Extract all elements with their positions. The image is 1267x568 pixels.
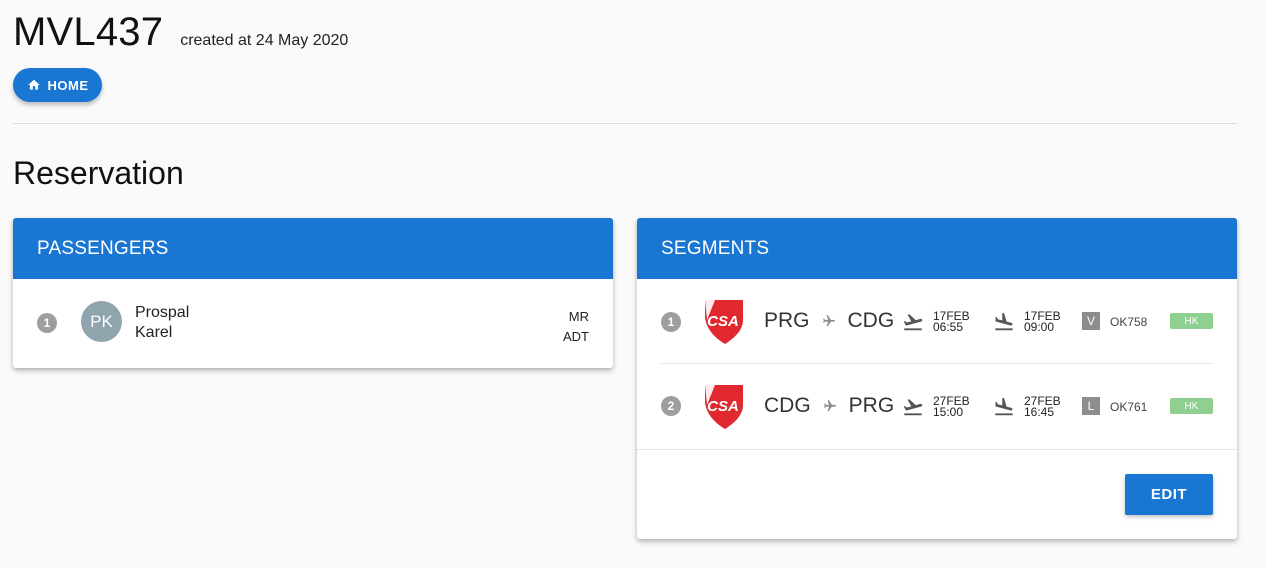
passenger-title: MR bbox=[568, 309, 589, 324]
route: PRG CDG bbox=[764, 309, 894, 333]
origin-airport: CDG bbox=[764, 394, 811, 417]
passenger-row[interactable]: 1 PK Prospal Karel MR ADT bbox=[13, 279, 613, 368]
passengers-card: PASSENGERS 1 PK Prospal Karel MR ADT bbox=[13, 218, 613, 368]
home-button-label: HOME bbox=[47, 77, 89, 93]
destination-airport: CDG bbox=[847, 309, 895, 332]
landing-icon bbox=[995, 312, 1013, 331]
segment-number-badge: 1 bbox=[661, 312, 681, 332]
departure-time: 27FEB 15:00 bbox=[902, 395, 970, 419]
flight-number: OK758 bbox=[1110, 315, 1148, 329]
arrival-time: 17FEB 09:00 bbox=[993, 310, 1061, 334]
passenger-meta: MR ADT bbox=[563, 307, 589, 347]
passenger-type: ADT bbox=[563, 329, 589, 344]
takeoff-icon bbox=[903, 314, 923, 331]
plane-icon bbox=[823, 400, 836, 412]
origin-airport: PRG bbox=[764, 309, 810, 332]
flight-number: OK761 bbox=[1110, 400, 1148, 414]
divider bbox=[13, 123, 1237, 124]
svg-text:CSA: CSA bbox=[707, 398, 739, 415]
departure-time: 17FEB 06:55 bbox=[902, 310, 970, 334]
departure-clock: 06:55 bbox=[933, 320, 964, 334]
passenger-name: Prospal Karel bbox=[135, 303, 189, 343]
home-button[interactable]: HOME bbox=[13, 68, 102, 102]
segment-number-badge: 2 bbox=[661, 396, 681, 416]
route: CDG PRG bbox=[764, 394, 894, 418]
reservation-code: MVL437 bbox=[13, 10, 164, 54]
passengers-card-header: PASSENGERS bbox=[13, 218, 613, 279]
passenger-last-name: Prospal bbox=[135, 304, 190, 321]
passenger-number-badge: 1 bbox=[37, 313, 57, 333]
csa-logo-icon: CSA bbox=[705, 300, 743, 344]
destination-airport: PRG bbox=[848, 394, 895, 417]
segments-card-header: SEGMENTS bbox=[637, 218, 1237, 279]
segments-card: SEGMENTS 1 CSA PRG CDG 17FEB 06:55 17FEB… bbox=[637, 218, 1237, 539]
segment-row[interactable]: 1 CSA PRG CDG 17FEB 06:55 17FEB 09:00 V bbox=[661, 279, 1213, 363]
landing-icon bbox=[995, 397, 1013, 416]
departure-clock: 15:00 bbox=[933, 405, 964, 419]
avatar: PK bbox=[81, 301, 122, 342]
booking-class: V bbox=[1082, 312, 1100, 330]
arrival-clock: 16:45 bbox=[1024, 405, 1055, 419]
passenger-first-name: Karel bbox=[135, 324, 173, 341]
card-footer-divider bbox=[637, 449, 1237, 450]
page-header: MVL437 created at 24 May 2020 bbox=[13, 10, 348, 55]
arrival-time: 27FEB 16:45 bbox=[993, 395, 1061, 419]
svg-text:CSA: CSA bbox=[707, 313, 739, 330]
edit-button[interactable]: EDIT bbox=[1125, 474, 1213, 515]
status-badge: HK bbox=[1170, 313, 1213, 329]
arrival-clock: 09:00 bbox=[1024, 320, 1055, 334]
section-title: Reservation bbox=[13, 155, 184, 191]
segment-row[interactable]: 2 CSA CDG PRG 27FEB 15:00 27FEB 16:45 L bbox=[661, 364, 1213, 448]
status-badge: HK bbox=[1170, 398, 1213, 414]
csa-logo-icon: CSA bbox=[705, 385, 743, 429]
booking-class: L bbox=[1082, 397, 1100, 415]
created-date: created at 24 May 2020 bbox=[180, 32, 349, 49]
plane-icon bbox=[822, 315, 835, 327]
home-icon bbox=[27, 79, 40, 90]
takeoff-icon bbox=[903, 399, 923, 416]
